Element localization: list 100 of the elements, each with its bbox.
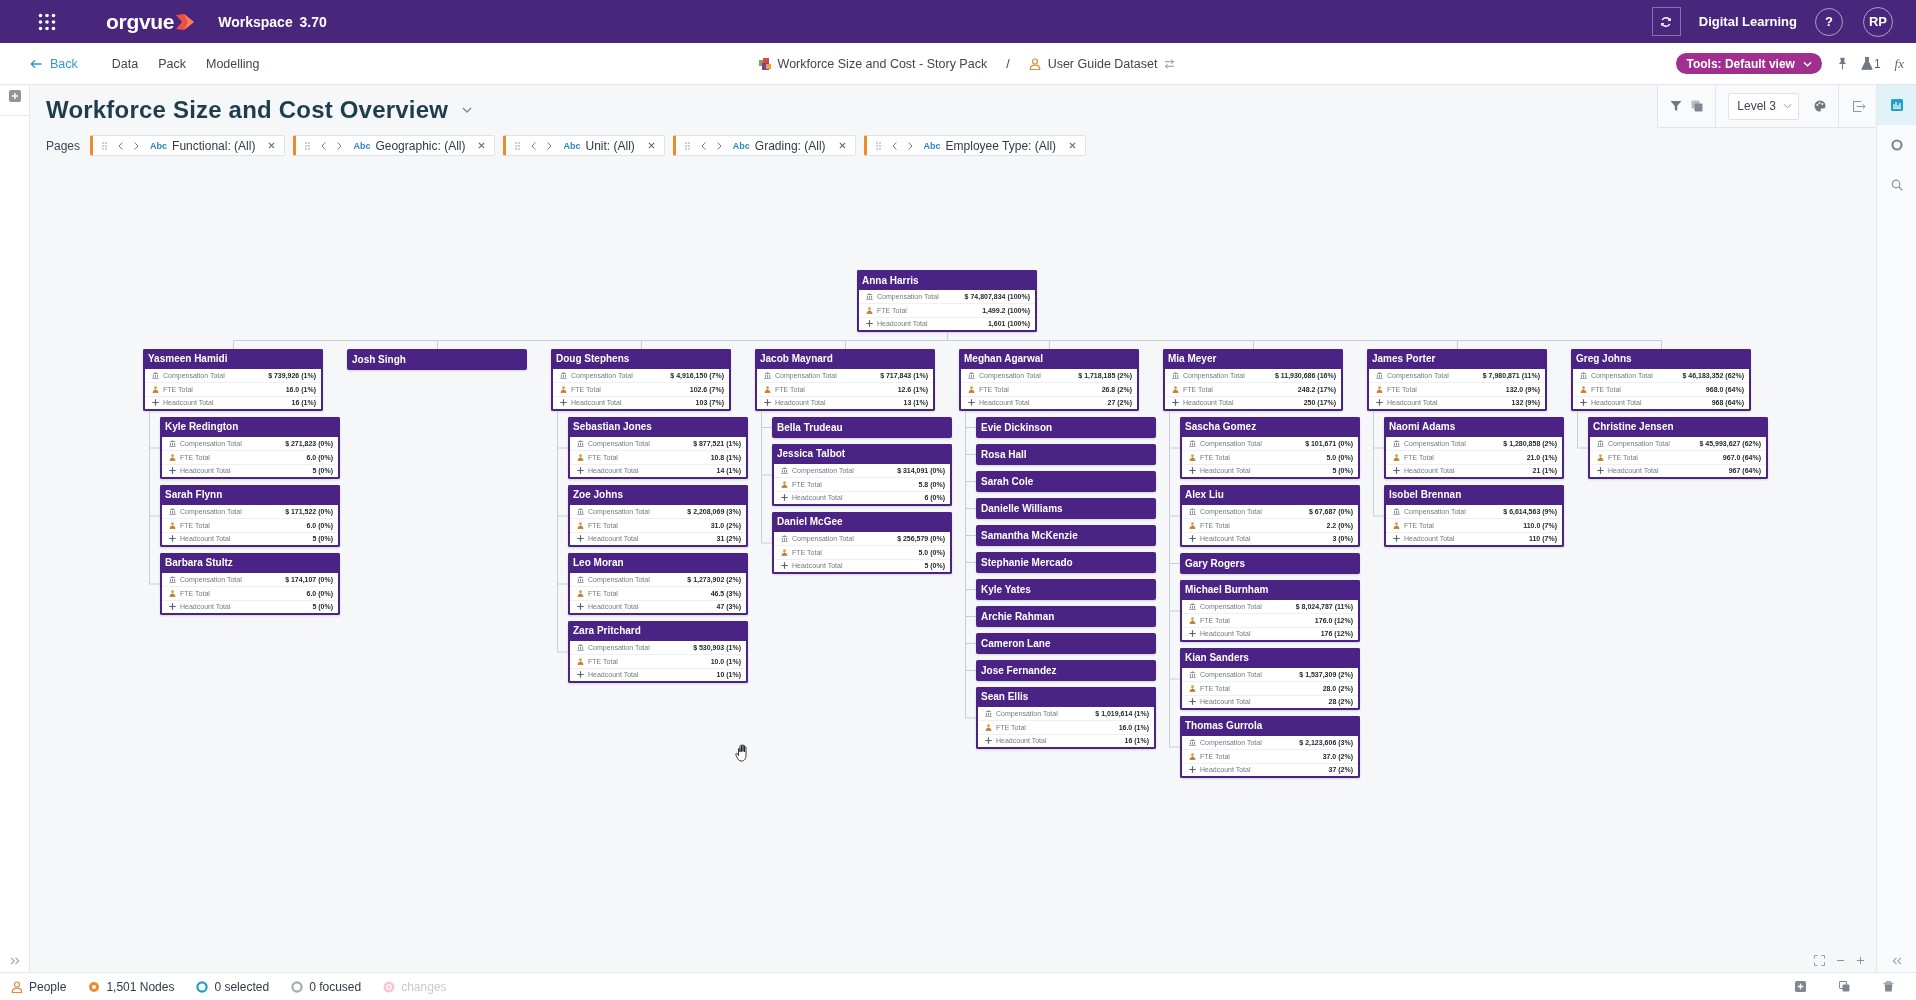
person-icon: [1376, 385, 1383, 393]
person-name: Anna Harris: [857, 270, 1037, 290]
pin-icon[interactable]: [1837, 57, 1847, 70]
chevron-right-icon[interactable]: [547, 141, 553, 150]
drag-handle-icon[interactable]: [305, 141, 311, 150]
circle-icon: [383, 980, 396, 993]
double-chevron-right-icon[interactable]: [9, 957, 20, 965]
building-icon: [1172, 372, 1179, 380]
copy-icon[interactable]: [1839, 981, 1850, 992]
app-grid-icon[interactable]: [38, 12, 56, 31]
close-icon[interactable]: [1069, 142, 1077, 149]
nav-link[interactable]: Data: [111, 56, 139, 71]
chevron-left-icon[interactable]: [321, 141, 327, 150]
account-name[interactable]: Digital Learning: [1698, 14, 1797, 29]
plus-icon: [968, 399, 975, 407]
org-node[interactable]: Cameron Lane: [976, 632, 1156, 654]
plus-icon: [764, 399, 771, 407]
chevron-right-icon[interactable]: [716, 141, 722, 150]
org-node[interactable]: Jose Fernandez: [976, 659, 1156, 681]
close-icon[interactable]: [478, 142, 486, 149]
add-icon[interactable]: [8, 90, 21, 102]
org-node[interactable]: Sarah Cole: [976, 470, 1156, 492]
person-icon: [577, 589, 584, 597]
org-node[interactable]: Samantha McKenzie: [976, 524, 1156, 546]
org-node[interactable]: Rosa Hall: [976, 443, 1156, 465]
filter-chip[interactable]: Abc Functional: (All): [90, 135, 286, 156]
chevron-left-icon[interactable]: [700, 141, 706, 150]
drag-handle-icon[interactable]: [684, 141, 690, 150]
chevron-left-icon[interactable]: [891, 141, 897, 150]
plus-icon: [1189, 766, 1196, 774]
org-node[interactable]: Josh Singh: [347, 349, 527, 370]
plus-icon: [1580, 399, 1587, 407]
arrow-left-icon: [30, 58, 42, 69]
formula-button[interactable]: fx: [1894, 55, 1904, 72]
status-label: 0 focused: [309, 979, 362, 994]
close-icon[interactable]: [838, 142, 846, 149]
panel-tab[interactable]: [1877, 85, 1916, 125]
person-name: Jacob Maynard: [755, 349, 935, 369]
nav-link[interactable]: Pack: [158, 56, 186, 71]
breadcrumb-link[interactable]: User Guide Dataset: [1047, 56, 1158, 71]
person-name: Barbara Stultz: [160, 552, 340, 573]
double-chevron-left-icon[interactable]: [1891, 957, 1902, 965]
status-label: 0 selected: [214, 979, 270, 994]
org-node[interactable]: Danielle Williams: [976, 497, 1156, 519]
chevron-left-icon[interactable]: [531, 141, 537, 150]
nav-link[interactable]: Modelling: [206, 56, 260, 71]
person-name: Meghan Agarwal: [959, 349, 1139, 369]
org-node[interactable]: Kyle Yates: [976, 578, 1156, 600]
chevron-right-icon[interactable]: [134, 141, 140, 150]
building-icon: [764, 372, 771, 380]
filter-chip[interactable]: Abc Grading: (All): [672, 135, 856, 156]
drag-handle-icon[interactable]: [875, 141, 881, 150]
person-name: Greg Johns: [1571, 349, 1751, 369]
person-icon: [152, 385, 159, 393]
chevron-down-icon: [1783, 103, 1792, 109]
person-icon: [1580, 385, 1587, 393]
org-node[interactable]: Evie Dickinson: [976, 416, 1156, 438]
filter-chip[interactable]: Abc Geographic: (All): [293, 135, 496, 156]
filter-icon[interactable]: [1670, 100, 1683, 112]
swap-icon[interactable]: [1164, 58, 1176, 69]
person-name: Kyle Redington: [160, 416, 340, 437]
person-name: Yasmeen Hamidi: [143, 349, 323, 369]
org-node[interactable]: Bella Trudeau: [772, 416, 952, 438]
add-icon[interactable]: [1795, 981, 1806, 992]
org-node[interactable]: Archie Rahman: [976, 605, 1156, 627]
plus-icon: [152, 399, 159, 407]
drag-handle-icon[interactable]: [515, 141, 521, 150]
plus-icon[interactable]: [1856, 955, 1865, 965]
level-select[interactable]: Level 3: [1728, 92, 1799, 120]
person-name: Jessica Talbot: [772, 443, 952, 464]
org-node[interactable]: Stephanie Mercado: [976, 551, 1156, 573]
chevron-right-icon[interactable]: [907, 141, 913, 150]
layers-icon[interactable]: [1691, 100, 1704, 112]
filter-label: Employee Type: (All): [945, 138, 1057, 153]
chevron-down-icon[interactable]: [462, 107, 473, 113]
type-tag: Abc: [923, 140, 941, 151]
filter-chip[interactable]: Abc Unit: (All): [503, 135, 665, 156]
close-icon[interactable]: [268, 142, 276, 149]
building-icon: [1393, 508, 1400, 516]
drag-handle-icon[interactable]: [102, 141, 108, 150]
building-icon: [152, 372, 159, 380]
breadcrumb-link[interactable]: Workforce Size and Cost - Story Pack: [777, 56, 988, 71]
palette-icon[interactable]: [1814, 100, 1826, 112]
scenario-button[interactable]: 1: [1860, 56, 1881, 71]
workspace-label: Workspace 3.70: [218, 13, 327, 30]
chevron-left-icon[interactable]: [118, 141, 124, 150]
building-icon: [1189, 739, 1196, 747]
fullscreen-icon[interactable]: [1814, 954, 1825, 966]
org-node[interactable]: Gary Rogers: [1180, 552, 1360, 574]
filter-chip[interactable]: Abc Employee Type: (All): [863, 135, 1087, 156]
type-tag: Abc: [353, 140, 371, 151]
refresh-button[interactable]: [1651, 7, 1681, 36]
close-icon[interactable]: [647, 142, 655, 149]
tools-button[interactable]: Tools: Default view: [1676, 53, 1822, 74]
person-name: Zara Pritchard: [568, 620, 748, 641]
trash-icon[interactable]: [1883, 981, 1894, 992]
person-icon: [169, 521, 176, 529]
chevron-right-icon[interactable]: [337, 141, 343, 150]
app-logo[interactable]: orgvue: [106, 9, 175, 34]
export-icon[interactable]: [1853, 100, 1866, 112]
